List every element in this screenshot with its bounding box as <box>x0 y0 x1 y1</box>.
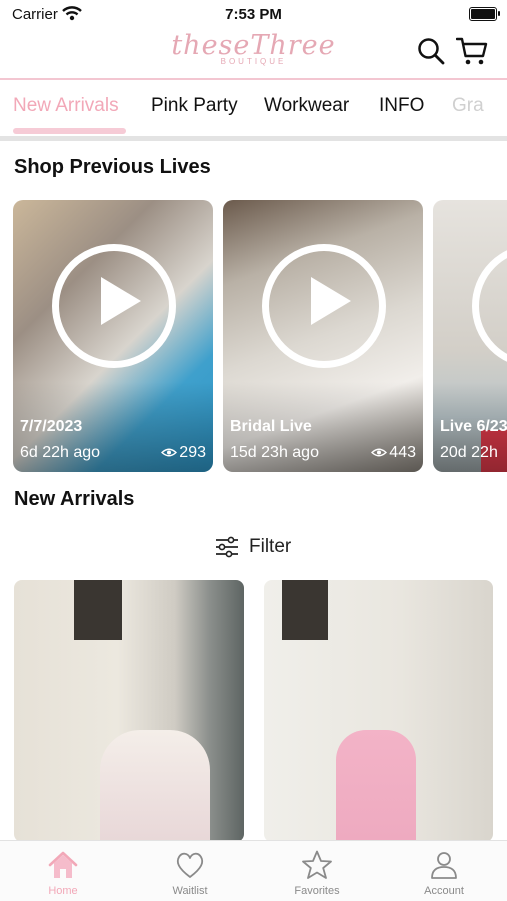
tab-info[interactable]: INFO <box>379 95 424 117</box>
active-tab-indicator <box>13 128 126 134</box>
nav-label: Account <box>424 885 464 897</box>
eye-icon <box>161 448 178 457</box>
new-arrivals-title: New Arrivals <box>14 488 135 510</box>
live-time-ago: 6d 22h ago <box>20 444 101 461</box>
home-icon <box>48 851 78 878</box>
product-photo-overalls <box>336 730 416 842</box>
tab-new-arrivals[interactable]: New Arrivals <box>13 95 119 117</box>
product-card[interactable] <box>14 580 244 842</box>
lives-section-title: Shop Previous Lives <box>14 156 211 178</box>
tab-pink-party[interactable]: Pink Party <box>151 95 238 117</box>
live-card[interactable]: Bridal Live 15d 23h ago 443 <box>223 200 423 472</box>
filter-label: Filter <box>249 536 292 557</box>
bottom-tab-bar: Home Waitlist Favorites Account <box>0 840 507 901</box>
views-value: 293 <box>179 444 206 461</box>
app-header: theseThree BOUTIQUE <box>0 28 507 78</box>
live-card[interactable]: 7/7/2023 6d 22h ago 293 <box>13 200 213 472</box>
product-photo-dress <box>100 730 210 842</box>
nav-label: Home <box>48 885 78 897</box>
product-photo-lamp <box>74 580 122 640</box>
tab-partial[interactable]: Gra <box>452 95 484 117</box>
tab-workwear[interactable]: Workwear <box>264 95 349 117</box>
category-tabs: New Arrivals Pink Party Workwear INFO Gr… <box>0 80 507 136</box>
battery-icon <box>469 7 500 21</box>
live-view-count: 293 <box>161 444 206 462</box>
filter-icon <box>216 536 238 558</box>
status-time: 7:53 PM <box>225 6 282 23</box>
heart-icon <box>176 852 204 878</box>
play-icon[interactable] <box>52 244 176 368</box>
nav-label: Waitlist <box>172 885 208 897</box>
cart-icon[interactable] <box>456 36 488 66</box>
live-title: Live 6/23 <box>440 418 507 435</box>
live-title: 7/7/2023 <box>20 418 83 435</box>
live-time-ago: 15d 23h ago <box>230 444 319 461</box>
views-value: 443 <box>389 444 416 461</box>
play-icon[interactable] <box>262 244 386 368</box>
play-icon[interactable] <box>472 244 507 368</box>
person-icon <box>431 852 457 879</box>
nav-home[interactable]: Home <box>0 841 126 901</box>
star-icon <box>302 850 332 879</box>
live-view-count: 443 <box>371 444 416 462</box>
nav-waitlist[interactable]: Waitlist <box>127 841 253 901</box>
status-bar: Carrier 7:53 PM <box>0 0 507 28</box>
product-photo-lamp <box>282 580 328 640</box>
live-title: Bridal Live <box>230 418 312 435</box>
live-time-ago: 20d 22h <box>440 444 498 461</box>
nav-account[interactable]: Account <box>381 841 507 901</box>
tabs-divider <box>0 136 507 141</box>
search-icon[interactable] <box>417 37 445 65</box>
product-card[interactable] <box>264 580 493 842</box>
nav-label: Favorites <box>294 885 340 897</box>
nav-favorites[interactable]: Favorites <box>254 841 380 901</box>
eye-icon <box>371 448 388 457</box>
live-card[interactable]: Live 6/23 20d 22h <box>433 200 507 472</box>
